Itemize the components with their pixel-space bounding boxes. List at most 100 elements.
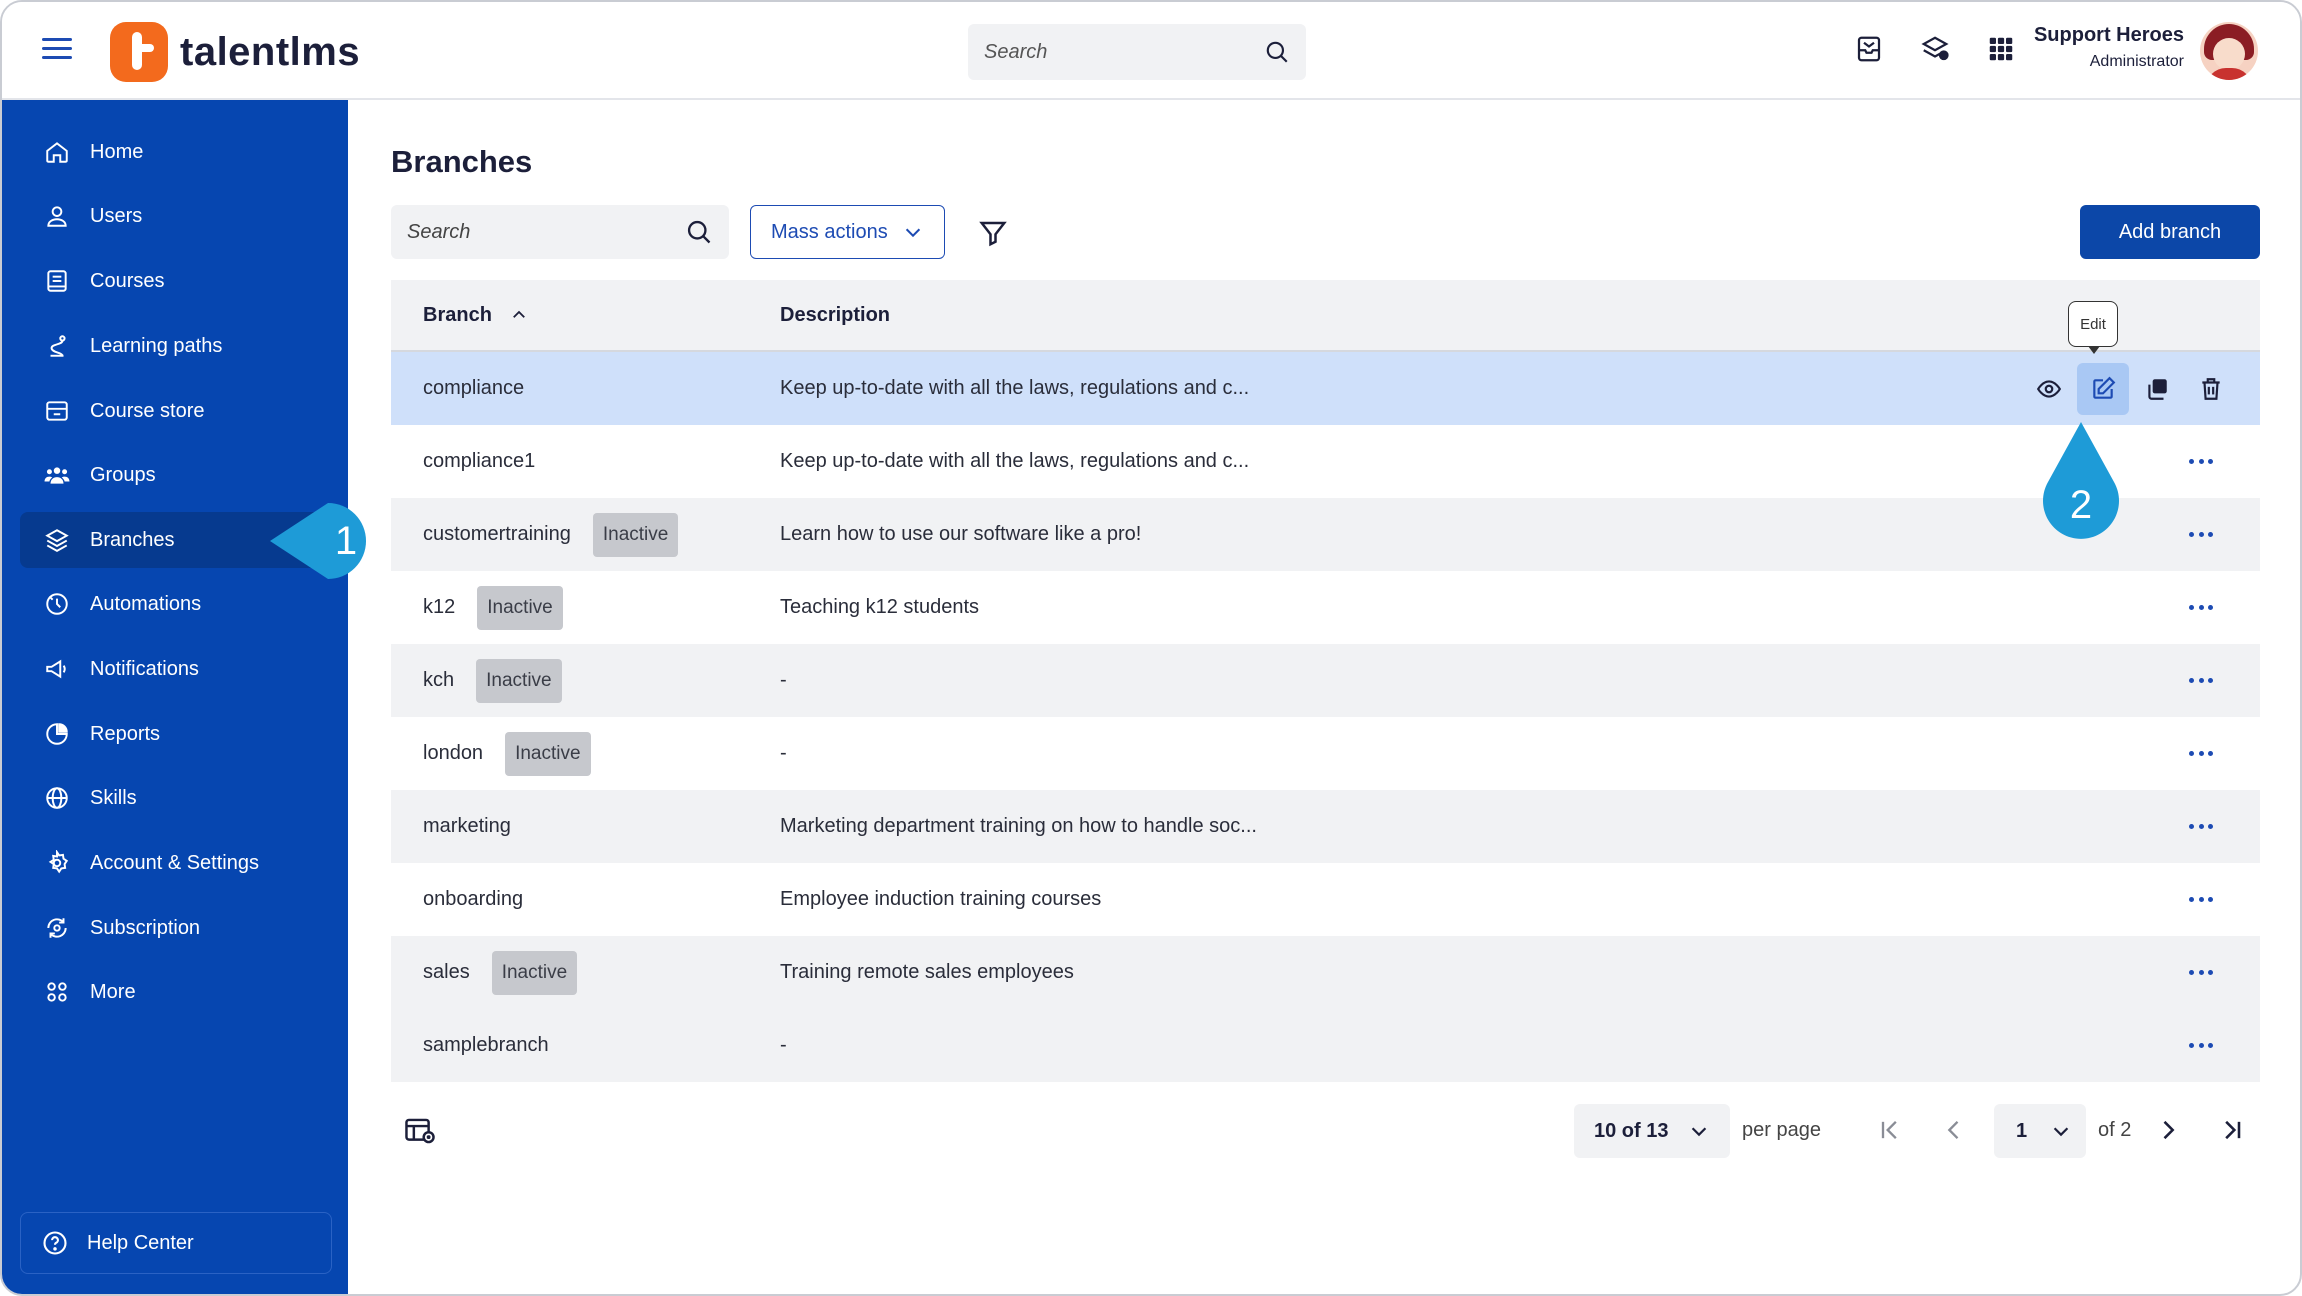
- chevron-down-icon: [905, 228, 921, 238]
- branch-description: Marketing department training on how to …: [780, 815, 1257, 837]
- logo[interactable]: talentlms: [110, 22, 360, 82]
- row-actions: [2023, 362, 2239, 415]
- sidebar-item-label: Course store: [90, 399, 205, 422]
- sidebar-item-label: Groups: [90, 463, 156, 486]
- branch-search[interactable]: [391, 205, 729, 259]
- sort-ascending-icon: [513, 310, 525, 318]
- column-header-branch[interactable]: Branch: [423, 304, 528, 327]
- help-center-button[interactable]: Help Center: [20, 1212, 332, 1274]
- table-row[interactable]: customertraining Inactive Learn how to us…: [391, 498, 2260, 571]
- branch-name-cell: customertraining Inactive: [423, 512, 679, 557]
- edit-button[interactable]: [2077, 362, 2129, 415]
- hamburger-menu-icon[interactable]: [42, 38, 72, 62]
- global-search[interactable]: [968, 24, 1306, 80]
- user-menu[interactable]: Support Heroes Administrator: [2034, 24, 2184, 71]
- mass-actions-dropdown[interactable]: Mass actions: [750, 205, 945, 259]
- row-menu-icon[interactable]: [2189, 749, 2213, 759]
- callout-1-label: 1: [335, 519, 357, 563]
- store-icon: [46, 401, 68, 421]
- sidebar-item-courses[interactable]: Courses: [20, 253, 328, 309]
- sidebar-item-more[interactable]: More: [20, 964, 328, 1020]
- eye-icon: [2036, 379, 2062, 398]
- filter-icon[interactable]: [978, 218, 1008, 248]
- branch-search-input[interactable]: [407, 220, 685, 244]
- search-icon[interactable]: [685, 218, 713, 246]
- row-menu-icon[interactable]: [2189, 457, 2213, 467]
- branch-name-cell: onboarding: [423, 888, 523, 911]
- help-center-label: Help Center: [87, 1231, 194, 1254]
- row-menu-icon[interactable]: [2189, 968, 2213, 978]
- sidebar-item-label: Subscription: [90, 916, 201, 939]
- table-row[interactable]: compliance Keep up-to-date with all the …: [391, 352, 2260, 425]
- table-row[interactable]: samplebranch -: [391, 1009, 2260, 1082]
- path-icon: [50, 335, 66, 357]
- branch-description: -: [780, 742, 787, 764]
- column-settings-icon[interactable]: [404, 1116, 436, 1146]
- callout-1: 1: [270, 503, 367, 579]
- sidebar-item-label: More: [90, 980, 136, 1003]
- branch-name-cell: samplebranch: [423, 1034, 549, 1057]
- row-menu-icon[interactable]: [2189, 822, 2213, 832]
- sidebar-item-home[interactable]: Home: [20, 124, 328, 180]
- sidebar-item-automations[interactable]: Automations: [20, 576, 328, 632]
- status-badge: Inactive: [505, 731, 591, 776]
- next-page-icon[interactable]: [2154, 1116, 2182, 1144]
- delete-button[interactable]: [2185, 363, 2237, 415]
- logo-text: talentlms: [180, 29, 361, 74]
- sidebar-item-learning-paths[interactable]: Learning paths: [20, 318, 328, 374]
- apps-grid-icon[interactable]: [1986, 34, 2016, 64]
- branches-switch-icon[interactable]: [1920, 34, 1950, 64]
- row-menu-icon[interactable]: [2189, 676, 2213, 686]
- avatar[interactable]: [2200, 22, 2258, 80]
- sidebar-item-account-settings[interactable]: Account & Settings: [20, 835, 328, 891]
- chevron-down-icon: [1691, 1127, 1707, 1137]
- table-row[interactable]: london Inactive -: [391, 717, 2260, 790]
- row-menu-icon[interactable]: [2189, 1041, 2213, 1051]
- home-icon: [46, 142, 68, 163]
- branch-name: customertraining: [423, 523, 571, 545]
- sidebar-item-label: Reports: [90, 722, 161, 745]
- preview-button[interactable]: [2023, 363, 2075, 415]
- page-select[interactable]: 1: [1994, 1104, 2086, 1158]
- table-row[interactable]: kch Inactive -: [391, 644, 2260, 717]
- table-row[interactable]: k12 Inactive Teaching k12 students: [391, 571, 2260, 644]
- callout-2-label: 2: [2070, 483, 2092, 527]
- branch-description: Keep up-to-date with all the laws, regul…: [780, 450, 1250, 472]
- branch-name: compliance: [423, 377, 525, 399]
- sidebar-item-course-store[interactable]: Course store: [20, 383, 328, 439]
- chevron-down-icon: [2053, 1127, 2069, 1137]
- table-row[interactable]: marketing Marketing department training …: [391, 790, 2260, 863]
- add-branch-button[interactable]: Add branch: [2080, 205, 2260, 259]
- per-page-select[interactable]: 10 of 13: [1574, 1104, 1730, 1158]
- sidebar-item-label: Home: [90, 140, 144, 163]
- sidebar-item-reports[interactable]: Reports: [20, 706, 328, 762]
- table-row[interactable]: sales Inactive Training remote sales empl…: [391, 936, 2260, 1009]
- last-page-icon[interactable]: [2218, 1116, 2246, 1144]
- inbox-icon[interactable]: [1854, 34, 1884, 64]
- status-badge: Inactive: [477, 585, 563, 630]
- sidebar-item-subscription[interactable]: Subscription: [20, 900, 328, 956]
- table-row[interactable]: onboarding Employee induction training c…: [391, 863, 2260, 936]
- user-icon: [47, 206, 67, 227]
- previous-page-icon[interactable]: [1940, 1116, 1968, 1144]
- clone-button[interactable]: [2131, 363, 2183, 415]
- sidebar-item-users[interactable]: Users: [20, 188, 328, 244]
- branch-name-cell: k12 Inactive: [423, 585, 563, 630]
- branch-description: -: [780, 1034, 787, 1056]
- sidebar-item-notifications[interactable]: Notifications: [20, 641, 328, 697]
- row-menu-icon[interactable]: [2189, 603, 2213, 613]
- first-page-icon[interactable]: [1876, 1116, 1904, 1144]
- sidebar-item-skills[interactable]: Skills: [20, 770, 328, 826]
- row-menu-icon[interactable]: [2189, 895, 2213, 905]
- megaphone-icon: [46, 659, 66, 679]
- search-icon[interactable]: [1264, 39, 1290, 65]
- table-row[interactable]: compliance1 Keep up-to-date with all the…: [391, 425, 2260, 498]
- sidebar-item-groups[interactable]: Groups: [20, 447, 328, 503]
- branch-name: samplebranch: [423, 1034, 549, 1056]
- pie-chart-icon: [46, 723, 68, 745]
- user-name: Support Heroes: [2033, 24, 2184, 46]
- edit-tooltip: Edit: [2068, 301, 2118, 354]
- branch-name-cell: compliance: [423, 377, 524, 400]
- row-menu-icon[interactable]: [2189, 530, 2213, 540]
- global-search-input[interactable]: [984, 40, 1264, 64]
